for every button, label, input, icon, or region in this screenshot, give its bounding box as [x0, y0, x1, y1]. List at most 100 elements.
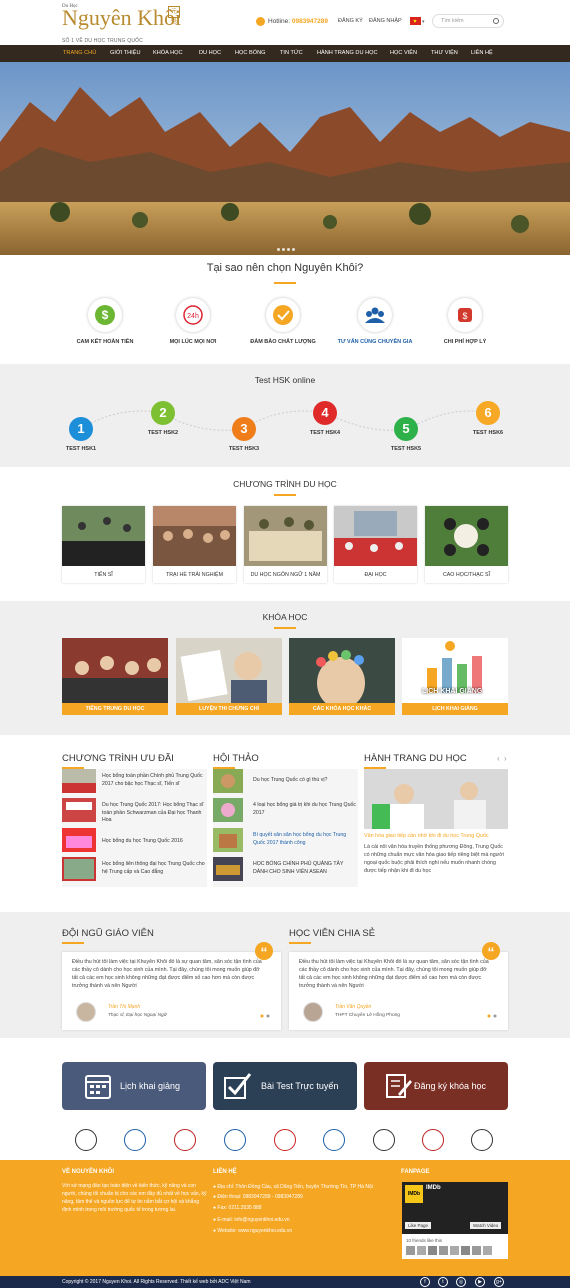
student-role: THPT Chuyên Lê Hồng Phong	[335, 1013, 400, 1018]
seminar-item[interactable]: 4 loại học bổng giá trị khi du học Trung…	[213, 798, 358, 828]
seminar-item[interactable]: Du học Trung Quốc có gì thú vị?	[213, 769, 358, 799]
offer-item[interactable]: Học bổng du học Trung Quốc 2016	[62, 828, 207, 858]
vietnam-flag-icon[interactable]	[410, 17, 421, 25]
university-logo[interactable]	[124, 1129, 146, 1151]
footer-phone[interactable]: ● Điện thoại: 0983947289 - 0983947289	[213, 1193, 303, 1201]
hsk-circle[interactable]: 4	[313, 401, 337, 425]
university-logo[interactable]	[224, 1129, 246, 1151]
nav-item[interactable]: LIÊN HỆ	[471, 50, 493, 56]
google-plus-icon[interactable]: g+	[494, 1277, 504, 1287]
hsk-label[interactable]: TEST HSK5	[376, 446, 436, 452]
course-card[interactable]: CÁC KHÓA HỌC KHÁC	[289, 638, 395, 715]
svg-text:$: $	[462, 311, 467, 321]
hsk-circle[interactable]: 2	[151, 401, 175, 425]
program-card[interactable]: TRẠI HÈ TRẢI NGHIỆM	[153, 506, 236, 583]
journey-headline[interactable]: Văn hóa giao tiếp cần nhớ khi đi du học …	[364, 833, 508, 839]
footer-address: ● Địa chỉ: Thôn Đồng Cầu, xã Dũng Tiến, …	[213, 1184, 373, 1190]
offer-thumb	[62, 798, 96, 822]
slider-dots[interactable]	[276, 247, 296, 253]
hsk-label[interactable]: TEST HSK4	[295, 430, 355, 436]
journey-title[interactable]: HÀNH TRANG DU HỌC	[364, 753, 467, 769]
course-card[interactable]: TIẾNG TRUNG DU HỌC	[62, 638, 168, 715]
svg-text:$: $	[102, 308, 109, 322]
nav-item[interactable]: KHÓA HỌC	[153, 50, 183, 56]
university-logo[interactable]	[422, 1129, 444, 1151]
nav-item[interactable]: TRANG CHỦ	[63, 50, 96, 56]
schedule-button[interactable]: Lịch khai giảng	[62, 1062, 206, 1110]
program-card[interactable]: TIẾN SĨ	[62, 506, 145, 583]
student-card: Điều thu hút tôi làm việc tại Khuyên Khô…	[289, 952, 508, 1030]
course-card[interactable]: LUYỆN THI CHỨNG CHỈ	[176, 638, 282, 715]
register-link[interactable]: ĐĂNG KÝ	[338, 18, 363, 24]
fb-like-button[interactable]: Like Page	[405, 1222, 432, 1229]
seminar-item[interactable]: Bí quyết săn săn học bổng du học Trung Q…	[213, 828, 358, 858]
footer-website[interactable]: ● Website: www.nguyenkhoi.edu.vn	[213, 1227, 292, 1235]
offers-title[interactable]: CHƯƠNG TRÌNH ƯU ĐÃI	[62, 753, 174, 769]
next-arrow-icon[interactable]: ›	[504, 754, 507, 763]
seminar-title[interactable]: HỘI THẢO	[213, 753, 259, 769]
youtube-icon[interactable]: ▶	[475, 1277, 485, 1287]
footer-email[interactable]: ● E-mail: info@nguyenkhoi.edu.vn	[213, 1216, 289, 1224]
program-card[interactable]: CAO HỌC/THẠC SĨ	[425, 506, 508, 583]
carousel-dots[interactable]	[487, 1014, 499, 1020]
search-input[interactable]: Tìm kiếm	[432, 14, 504, 28]
login-link[interactable]: ĐĂNG NHẬP	[369, 18, 402, 24]
course-card[interactable]: LỊCH KHAI GIẢNG LỊCH KHAI GIẢNG	[402, 638, 508, 715]
university-logo[interactable]	[323, 1129, 345, 1151]
university-logo[interactable]	[75, 1129, 97, 1151]
nav-item[interactable]: HỌC BỔNG	[235, 50, 265, 56]
why-item[interactable]: ĐẢM BẢO CHẤT LƯỢNG	[238, 298, 328, 345]
facebook-icon[interactable]: f	[420, 1277, 430, 1287]
why-label: ĐẢM BẢO CHẤT LƯỢNG	[250, 339, 316, 345]
offer-item[interactable]: Du học Trung Quốc 2017: Học bổng Thạc sĩ…	[62, 798, 207, 828]
logo-main-text: Nguyên Khôi	[62, 5, 182, 30]
nav-item[interactable]: HỌC VIÊN	[390, 50, 417, 56]
offer-item[interactable]: Học bổng liên thông đại học Trung Quốc c…	[62, 857, 207, 887]
hsk-circle[interactable]: 3	[232, 417, 256, 441]
why-item[interactable]: TƯ VẤN CÙNG CHUYÊN GIA	[330, 298, 420, 345]
hsk-label[interactable]: TEST HSK3	[214, 446, 274, 452]
hsk-circle[interactable]: 1	[69, 417, 93, 441]
program-card[interactable]: ĐẠI HỌC	[334, 506, 417, 583]
why-item[interactable]: $ CHI PHÍ HỢP LÝ	[420, 298, 510, 345]
prev-arrow-icon[interactable]: ‹	[497, 754, 500, 763]
university-logo[interactable]	[471, 1129, 493, 1151]
offer-item[interactable]: Học bổng toàn phần Chính phủ Trung Quốc …	[62, 769, 207, 799]
online-test-button[interactable]: Bài Test Trực tuyến	[213, 1062, 357, 1110]
instagram-icon[interactable]: ◎	[456, 1277, 466, 1287]
nav-item[interactable]: GIỚI THIỆU	[110, 50, 141, 56]
course-label: CÁC KHÓA HỌC KHÁC	[289, 703, 395, 715]
logo-mark: 元魁	[168, 6, 180, 25]
title-underline	[274, 494, 296, 496]
hsk-label[interactable]: TEST HSK1	[51, 446, 111, 452]
university-logo[interactable]	[373, 1129, 395, 1151]
register-course-label: Đăng ký khóa học	[414, 1081, 487, 1091]
facebook-page-widget[interactable]: IMDb IMDb Like Page Watch Video 10 frien…	[402, 1182, 508, 1259]
university-logo[interactable]	[274, 1129, 296, 1151]
fb-watch-video-button[interactable]: Watch Video	[470, 1222, 502, 1229]
why-item[interactable]: $ CAM KẾT HOÀN TIỀN	[60, 298, 150, 345]
program-card[interactable]: DU HỌC NGÔN NGỮ 1 NĂM	[244, 506, 327, 583]
hsk-circle[interactable]: 6	[476, 401, 500, 425]
footer-email-text: E-mail: info@nguyenkhoi.edu.vn	[217, 1217, 290, 1223]
journey-image[interactable]	[364, 769, 508, 829]
hero-slider[interactable]	[0, 62, 570, 255]
hsk-label[interactable]: TEST HSK6	[458, 430, 518, 436]
carousel-dots[interactable]	[260, 1014, 272, 1020]
university-logo[interactable]	[174, 1129, 196, 1151]
language-dropdown-icon[interactable]: ▾	[422, 19, 425, 25]
footer-fax-text: Fax: 0211.3535 888	[217, 1205, 262, 1211]
why-item[interactable]: 24h MỌI LÚC MỌI NƠI	[148, 298, 238, 345]
nav-item[interactable]: DU HỌC	[199, 50, 221, 56]
hotline-number[interactable]: 0983947289	[292, 18, 328, 25]
seminar-item[interactable]: HỌC BỔNG CHÍNH PHỦ QUẢNG TÂY DÀNH CHO SI…	[213, 857, 358, 887]
nav-item[interactable]: THƯ VIỆN	[431, 50, 458, 56]
nav-item[interactable]: HÀNH TRANG DU HỌC	[317, 50, 378, 56]
logo[interactable]: Du Học Nguyên Khôi SỐ 1 VỀ DU HỌC TRUNG …	[62, 4, 182, 44]
nav-item[interactable]: TIN TỨC	[280, 50, 303, 56]
search-icon[interactable]	[493, 18, 499, 24]
hsk-label[interactable]: TEST HSK2	[133, 430, 193, 436]
hsk-circle[interactable]: 5	[394, 417, 418, 441]
register-course-button[interactable]: Đăng ký khóa học	[364, 1062, 508, 1110]
twitter-icon[interactable]: t	[438, 1277, 448, 1287]
